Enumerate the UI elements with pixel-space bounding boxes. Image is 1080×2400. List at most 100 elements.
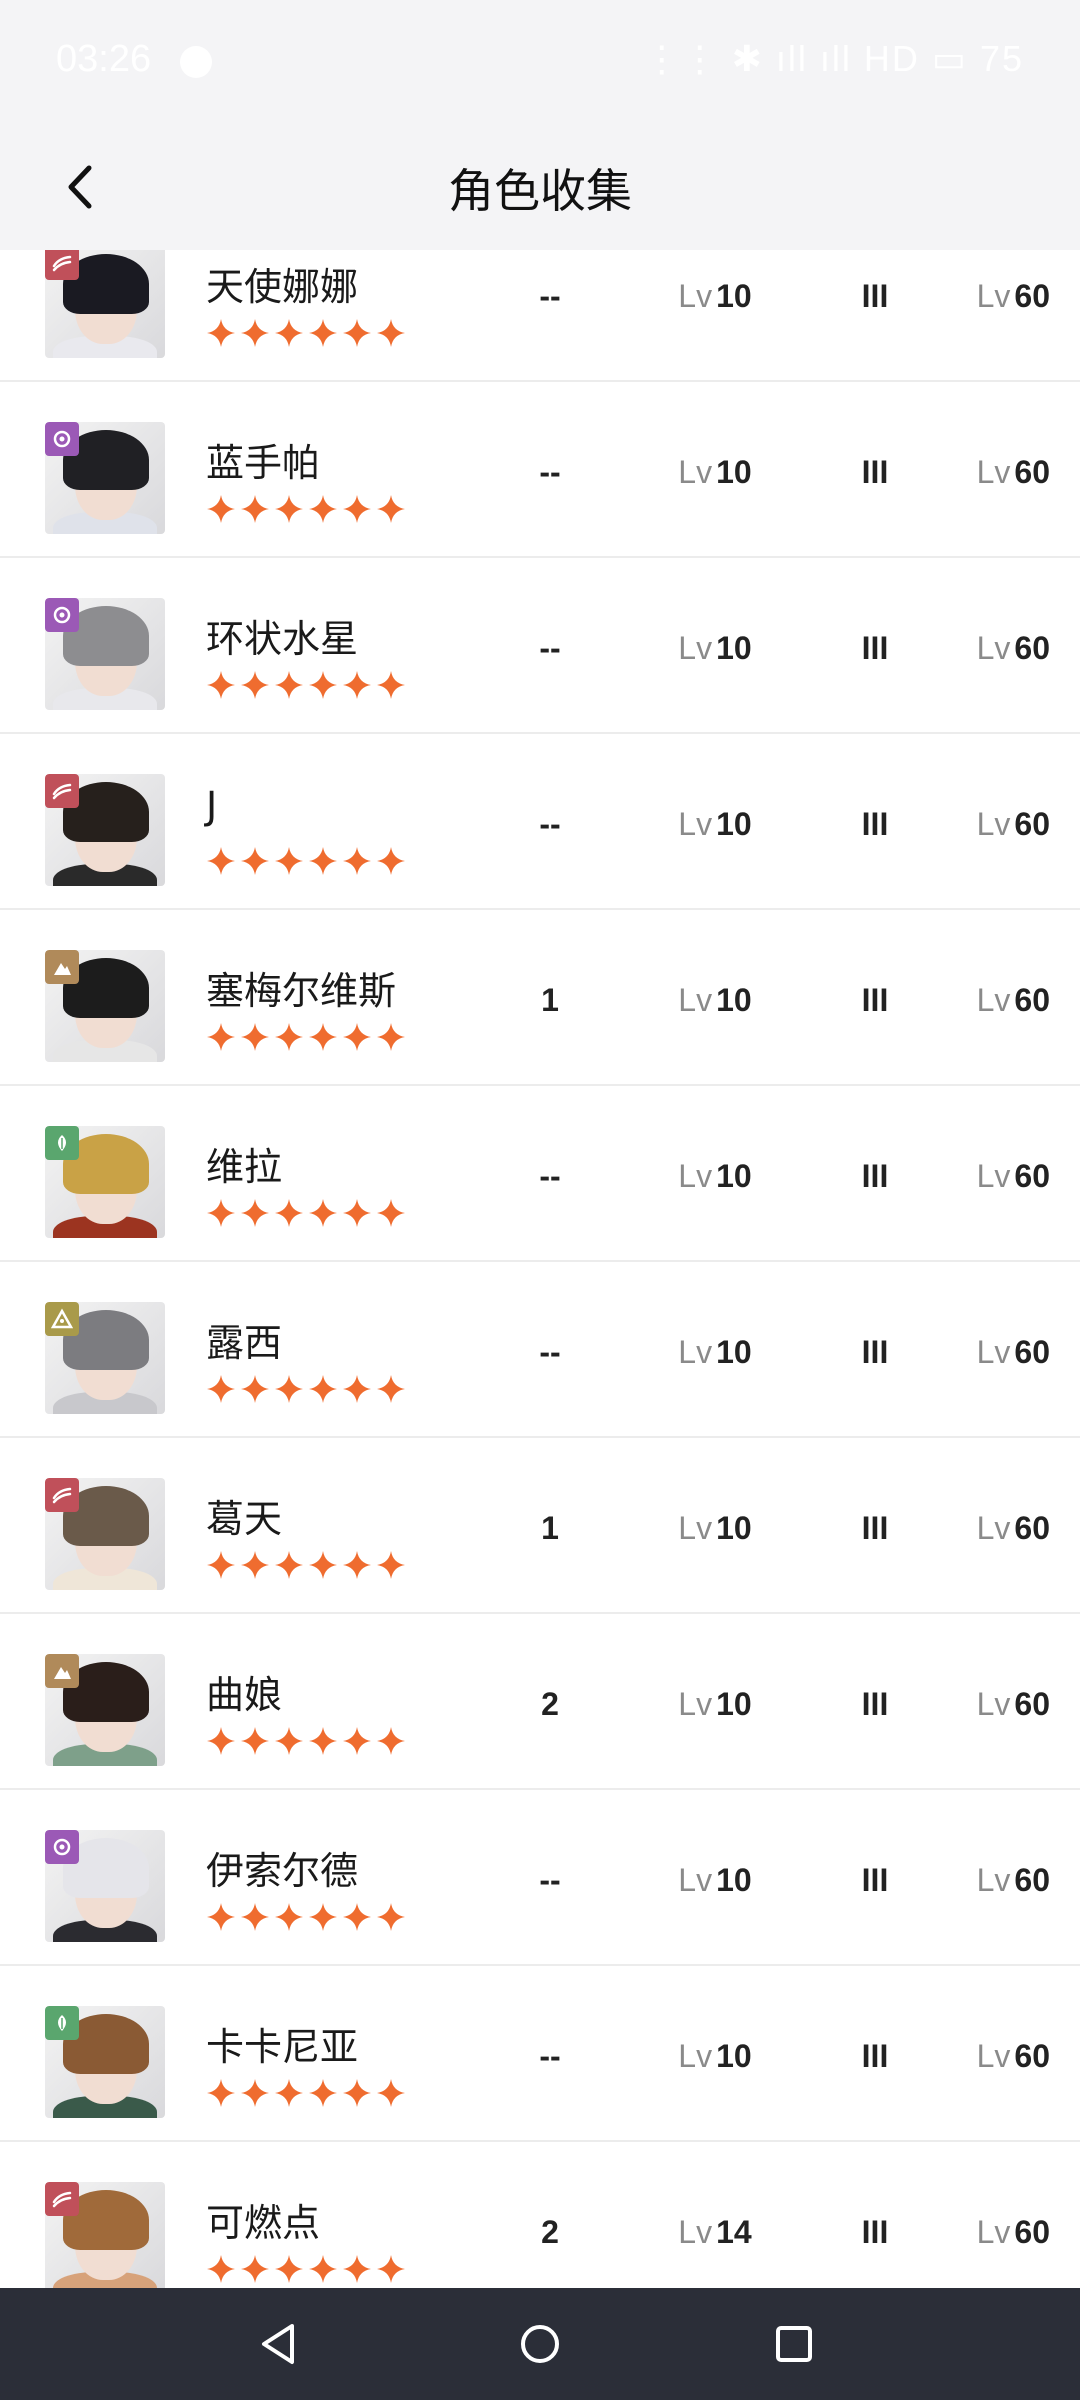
star-icon [240, 1198, 270, 1228]
level-prefix: Lv [678, 806, 713, 842]
star-icon [342, 1374, 372, 1404]
wave-element-icon [45, 250, 79, 280]
rarity-stars [206, 318, 406, 348]
character-row[interactable]: 曲娘 2 Lv 10 III Lv 60 [0, 1614, 1080, 1790]
star-icon [206, 670, 236, 700]
level-prefix: Lv [678, 1510, 713, 1546]
level-prefix: Lv [976, 982, 1011, 1018]
star-icon [342, 670, 372, 700]
level-prefix: Lv [678, 2038, 713, 2074]
skill-level: Lv 10 [650, 2038, 780, 2075]
character-level: Lv 60 [940, 2214, 1050, 2251]
nav-home-button[interactable] [512, 2316, 568, 2372]
skill-level-value: 10 [716, 1686, 752, 1722]
star-icon [206, 2254, 236, 2284]
character-level: Lv 60 [940, 1334, 1050, 1371]
constellation-value: -- [539, 806, 561, 842]
star-icon [274, 494, 304, 524]
character-name: 环状水星 [206, 617, 359, 661]
rarity-stars [206, 670, 406, 700]
leaf-element-icon [45, 2006, 79, 2040]
star-icon [376, 846, 406, 876]
character-level-value: 60 [1014, 630, 1050, 666]
constellation-value: -- [539, 454, 561, 490]
rarity-stars [206, 1022, 406, 1052]
character-level: Lv 60 [940, 630, 1050, 667]
level-prefix: Lv [678, 982, 713, 1018]
character-level-value: 60 [1014, 2038, 1050, 2074]
wave-element-icon [45, 2182, 79, 2216]
character-row[interactable]: 维拉 -- Lv 10 III Lv 60 [0, 1086, 1080, 1262]
star-icon [240, 1374, 270, 1404]
nav-back-button[interactable] [250, 2316, 306, 2372]
character-row[interactable]: 天使娜娜 -- Lv 10 III Lv 60 [0, 250, 1080, 382]
star-icon [342, 2078, 372, 2108]
star-icon [308, 1198, 338, 1228]
star-icon [308, 1022, 338, 1052]
star-icon [376, 2078, 406, 2108]
rank-value: III [861, 1862, 889, 1898]
star-icon [308, 318, 338, 348]
star-icon [308, 670, 338, 700]
character-row[interactable]: 葛天 1 Lv 10 III Lv 60 [0, 1438, 1080, 1614]
character-row[interactable]: 可燃点 2 Lv 14 III Lv 60 [0, 2142, 1080, 2288]
skill-level-value: 10 [716, 454, 752, 490]
star-icon [274, 2254, 304, 2284]
star-icon [240, 1726, 270, 1756]
wave-element-icon [45, 1478, 79, 1512]
character-list[interactable]: 天使娜娜 -- Lv 10 III Lv 60 蓝手帕 -- Lv 10 III Lv… [0, 250, 1080, 2288]
status-bar: 03:26 ⋮⋮ ✱ ıll ıll HD ▭ 75 [0, 0, 1080, 125]
skill-level: Lv 14 [650, 2214, 780, 2251]
character-name: 葛天 [206, 1497, 283, 1541]
star-icon [342, 494, 372, 524]
mountain-element-icon [45, 1654, 79, 1688]
star-icon [308, 494, 338, 524]
character-name: 天使娜娜 [206, 265, 359, 309]
triangle-back-icon [262, 2324, 294, 2364]
skill-level-value: 10 [716, 1862, 752, 1898]
skill-level-value: 10 [716, 278, 752, 314]
character-row[interactable]: J -- Lv 10 III Lv 60 [0, 734, 1080, 910]
skill-level: Lv 10 [650, 1862, 780, 1899]
rank-value: III [861, 1686, 889, 1722]
rank-value: III [861, 2214, 889, 2250]
star-icon [206, 1550, 236, 1580]
pyramid-element-icon [45, 1302, 79, 1336]
skill-level: Lv 10 [650, 1334, 780, 1371]
character-level-value: 60 [1014, 1510, 1050, 1546]
star-icon [342, 2254, 372, 2284]
star-icon [376, 2254, 406, 2284]
character-row[interactable]: 环状水星 -- Lv 10 III Lv 60 [0, 558, 1080, 734]
constellation-value: -- [539, 1158, 561, 1194]
star-icon [206, 318, 236, 348]
star-icon [206, 1022, 236, 1052]
character-row[interactable]: 露西 -- Lv 10 III Lv 60 [0, 1262, 1080, 1438]
rarity-stars [206, 1726, 406, 1756]
leaf-element-icon [45, 1126, 79, 1160]
character-row[interactable]: 蓝手帕 -- Lv 10 III Lv 60 [0, 382, 1080, 558]
star-icon [240, 1550, 270, 1580]
constellation-value: 1 [541, 1510, 559, 1546]
character-avatar [45, 1478, 165, 1590]
skill-level-value: 10 [716, 806, 752, 842]
character-row[interactable]: 塞梅尔维斯 1 Lv 10 III Lv 60 [0, 910, 1080, 1086]
character-row[interactable]: 卡卡尼亚 -- Lv 10 III Lv 60 [0, 1966, 1080, 2142]
star-icon [274, 2078, 304, 2108]
skill-level: Lv 10 [650, 454, 780, 491]
character-avatar [45, 1654, 165, 1766]
constellation-value: 2 [541, 2214, 559, 2250]
rank-value: III [861, 1510, 889, 1546]
level-prefix: Lv [976, 630, 1011, 666]
rarity-stars [206, 2254, 406, 2284]
star-icon [240, 1022, 270, 1052]
level-prefix: Lv [976, 1862, 1011, 1898]
star-icon [206, 1374, 236, 1404]
nav-recents-button[interactable] [766, 2316, 822, 2372]
star-icon [308, 1726, 338, 1756]
character-row[interactable]: 伊索尔德 -- Lv 10 III Lv 60 [0, 1790, 1080, 1966]
character-avatar [45, 1302, 165, 1414]
star-icon [240, 2078, 270, 2108]
header: 角色收集 [0, 125, 1080, 250]
star-icon [240, 318, 270, 348]
star-icon [274, 1198, 304, 1228]
